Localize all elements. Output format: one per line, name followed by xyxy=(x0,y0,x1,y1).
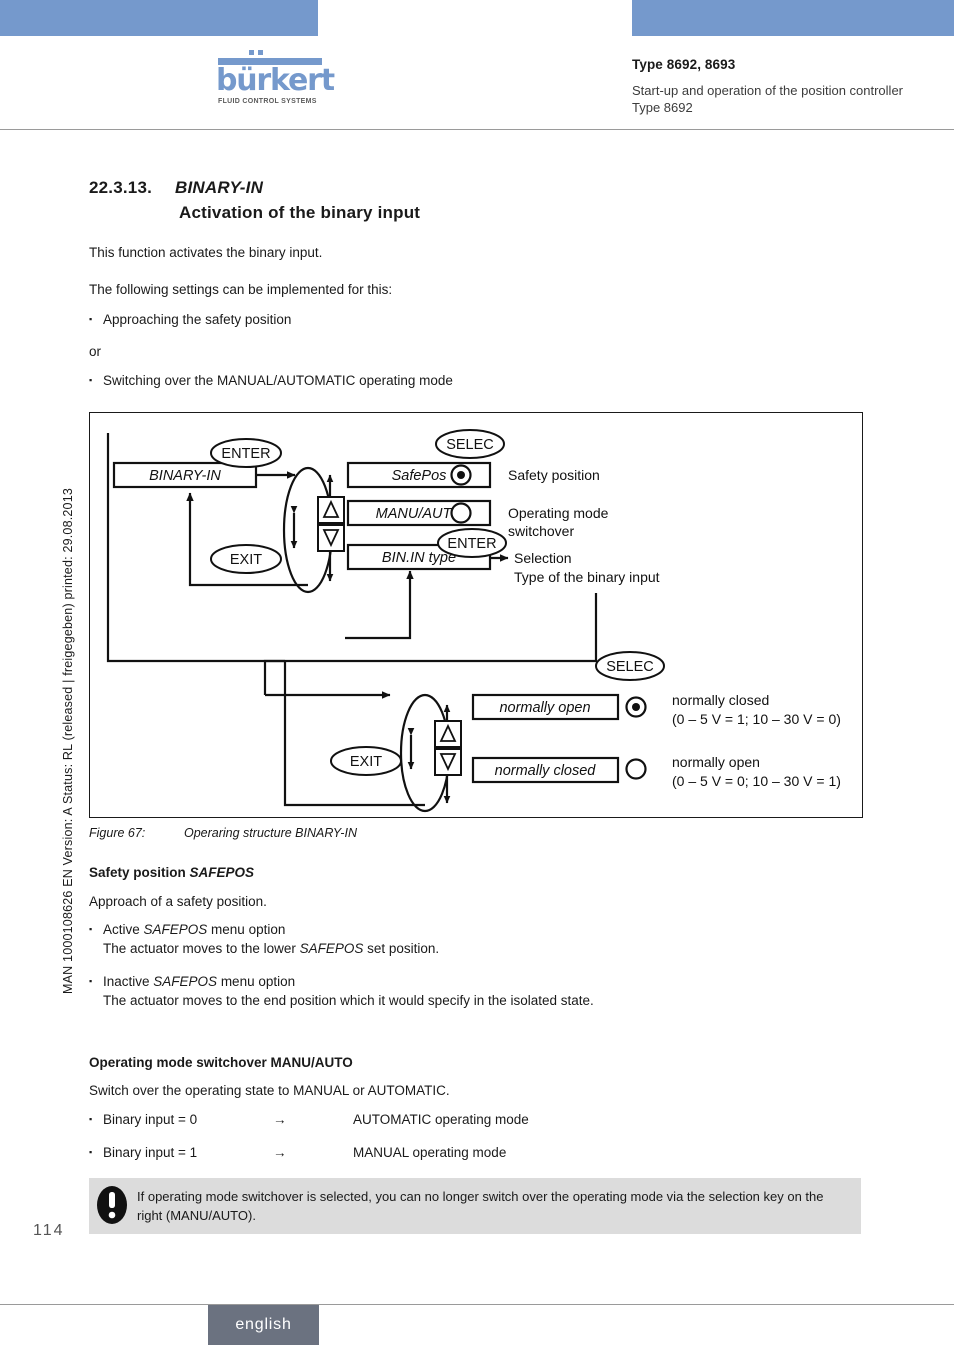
section-title-binary-in: BINARY-IN xyxy=(175,178,264,197)
section-number: 22.3.13. xyxy=(89,178,153,197)
figure-caption: Figure 67: Operaring structure BINARY-IN xyxy=(89,826,357,840)
safepos-bullet-1-text: Active SAFEPOS menu option The actuator m… xyxy=(103,920,439,958)
bullet-marker xyxy=(89,1143,103,1164)
intro-paragraph-1: This function activates the binary input… xyxy=(89,245,323,260)
manuauto-row-2-left: Binary input = 1 xyxy=(103,1145,198,1160)
header-type-line: Type 8692, 8693 xyxy=(632,57,736,72)
logo-wordmark: bürkert xyxy=(216,63,335,98)
manuauto-row-2-right: MANUAL operating mode xyxy=(353,1145,507,1160)
manuauto-row-1-arrow: → xyxy=(273,1112,287,1127)
sb2-l2: The actuator moves to the end position w… xyxy=(103,993,594,1008)
node-normally-open-label: normally open xyxy=(499,700,590,716)
intro-bullet-1-text: Approaching the safety position xyxy=(103,312,292,327)
bullet-marker xyxy=(89,972,103,993)
key-select-bottom-label: SELEC xyxy=(606,659,654,675)
note-box: If operating mode switchover is selected… xyxy=(89,1178,861,1234)
intro-bullet-2-text: Switching over the MANUAL/AUTOMATIC oper… xyxy=(103,373,453,388)
section-subtitle: Activation of the binary input xyxy=(179,203,421,222)
sb1-l2b: set position. xyxy=(363,941,440,956)
safepos-bullet-2-text: Inactive SAFEPOS menu option The actuator… xyxy=(103,972,594,1010)
node-normally-closed-label: normally closed xyxy=(495,763,597,779)
intro-bullet-2: Switching over the MANUAL/AUTOMATIC oper… xyxy=(89,371,453,392)
sb1-l2i: SAFEPOS xyxy=(299,941,364,956)
label-normally-closed-title: normally closed xyxy=(672,692,769,708)
safepos-heading-plain: Safety position xyxy=(89,865,190,880)
page-number: 114 xyxy=(33,1222,65,1239)
safepos-heading: Safety position SAFEPOS xyxy=(89,863,254,882)
intro-bullet-1: Approaching the safety position xyxy=(89,310,291,331)
safepos-paragraph: Approach of a safety position. xyxy=(89,894,267,909)
radio-operating-mode-switchover[interactable] xyxy=(450,502,472,524)
manuauto-row-1-right: AUTOMATIC operating mode xyxy=(353,1112,529,1127)
intro-conjunction: or xyxy=(89,344,102,359)
label-selection-line1: Selection xyxy=(514,550,572,566)
figure-operating-structure: BINARY-IN ENTER EXIT SafePos MANU/AUTO B… xyxy=(89,412,863,818)
burkert-logo: bürkert FLUID CONTROL SYSTEMS xyxy=(214,49,335,105)
node-binary-in-label: BINARY-IN xyxy=(149,468,221,484)
label-normally-open-title: normally open xyxy=(672,754,760,770)
manuauto-row-1: Binary input = 0 → AUTOMATIC operating mod… xyxy=(89,1110,709,1131)
sb1-l1b: menu option xyxy=(207,922,286,937)
margin-document-info: MAN 1000108626 EN Version: A Status: RL … xyxy=(61,487,75,994)
logo-top-bar xyxy=(218,49,322,65)
exclamation-icon xyxy=(97,1186,127,1224)
manuauto-row-2-arrow: → xyxy=(273,1145,287,1160)
header-accent-bar-right xyxy=(632,0,954,36)
bullet-marker xyxy=(89,371,103,392)
manuauto-heading: Operating mode switchover MANU/AUTO xyxy=(89,1055,353,1070)
bullet-marker xyxy=(89,920,103,941)
sb1-l1i: SAFEPOS xyxy=(143,922,208,937)
header-description: Start-up and operation of the position c… xyxy=(632,83,904,115)
radio-normally-closed-dot xyxy=(632,703,640,711)
radio-safety-position-dot xyxy=(457,471,465,479)
header-accent-bar-left xyxy=(0,0,318,36)
node-safepos-label: SafePos xyxy=(392,468,447,484)
safepos-heading-italic: SAFEPOS xyxy=(189,865,255,880)
manuauto-row-2: Binary input = 1 → MANUAL operating mode xyxy=(89,1143,709,1164)
sb2-l1a: Inactive xyxy=(103,974,154,989)
key-exit-top-label: EXIT xyxy=(230,552,262,568)
logo-umlaut-icon xyxy=(248,49,265,55)
intro-paragraph-2: The following settings can be implemente… xyxy=(89,282,393,297)
figure-caption-label: Figure 67: xyxy=(89,826,146,840)
note-text: If operating mode switchover is selected… xyxy=(137,1189,824,1223)
figure-caption-text: Operaring structure BINARY-IN xyxy=(184,826,357,840)
label-selection-line2: Type of the binary input xyxy=(514,569,660,585)
bullet-marker xyxy=(89,310,103,331)
footer-divider xyxy=(0,1304,954,1305)
node-manu-auto-label: MANU/AUTO xyxy=(376,506,463,522)
label-operating-mode-line1: Operating mode xyxy=(508,505,609,521)
safepos-bullet-2: Inactive SAFEPOS menu option The actuator… xyxy=(89,972,594,1010)
figure-diagram: BINARY-IN ENTER EXIT SafePos MANU/AUTO B… xyxy=(106,429,841,813)
sb1-l1a: Active xyxy=(103,922,144,937)
label-operating-mode-line2: switchover xyxy=(508,523,574,539)
key-enter-mid-label: ENTER xyxy=(447,536,496,552)
sb2-l1b: menu option xyxy=(217,974,296,989)
sb2-l1i: SAFEPOS xyxy=(153,974,218,989)
label-safety-position: Safety position xyxy=(508,467,600,483)
logo-tagline: FLUID CONTROL SYSTEMS xyxy=(218,98,317,105)
language-tab: english xyxy=(208,1305,319,1345)
label-normally-open-detail: (0 – 5 V = 0; 10 – 30 V = 1) xyxy=(672,773,841,789)
header-divider xyxy=(0,129,954,130)
safepos-bullet-1: Active SAFEPOS menu option The actuator m… xyxy=(89,920,439,958)
manuauto-row-1-left: Binary input = 0 xyxy=(103,1112,198,1127)
connector-selection-to-lower xyxy=(263,593,598,695)
manuauto-paragraph: Switch over the operating state to MANUA… xyxy=(89,1083,450,1098)
key-select-top-label: SELEC xyxy=(446,437,494,453)
key-exit-bottom-label: EXIT xyxy=(350,754,382,770)
sb1-l2a: The actuator moves to the lower xyxy=(103,941,300,956)
bullet-marker xyxy=(89,1110,103,1131)
radio-normally-open[interactable] xyxy=(625,758,647,780)
arrow-return-to-bin-in-type xyxy=(345,570,414,640)
label-normally-closed-detail: (0 – 5 V = 1; 10 – 30 V = 0) xyxy=(672,711,841,727)
key-enter-top-label: ENTER xyxy=(221,446,270,462)
